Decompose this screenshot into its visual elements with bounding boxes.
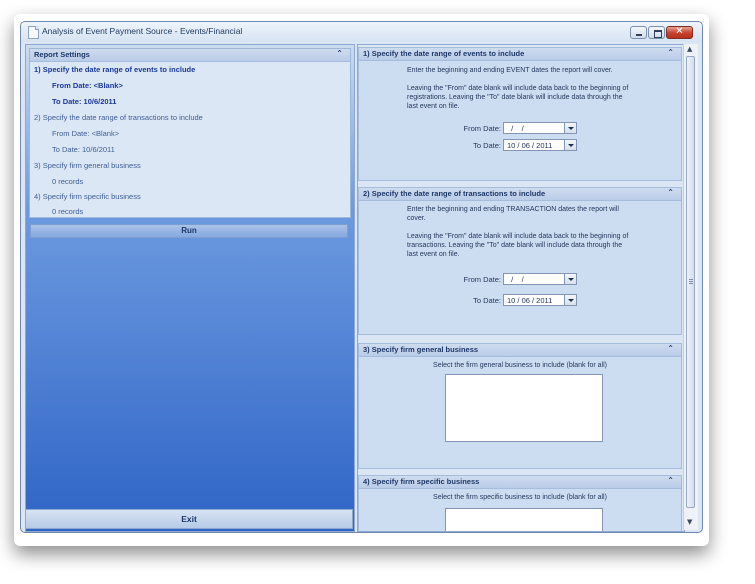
settings-item-transactions-range[interactable]: 2) Specify the date range of transaction… [34, 113, 203, 122]
title-bar[interactable]: Analysis of Event Payment Source - Event… [21, 22, 702, 42]
settings-item-specific-count[interactable]: 0 records [52, 207, 83, 216]
grip-icon [689, 279, 693, 280]
report-settings-title: Report Settings [34, 50, 90, 59]
events-to-date-value: 10 / 06 / 2011 [507, 141, 553, 150]
document-icon [28, 26, 39, 39]
transactions-to-date-value: 10 / 06 / 2011 [507, 296, 553, 305]
transactions-date-header[interactable]: 2) Specify the date range of transaction… [359, 188, 681, 201]
run-button[interactable]: Run [30, 224, 348, 238]
settings-item-events-range[interactable]: 1) Specify the date range of events to i… [34, 65, 195, 74]
maximize-icon [654, 30, 662, 38]
general-business-header[interactable]: 3) Specify firm general business ⌃ [359, 344, 681, 357]
general-business-title: 3) Specify firm general business [363, 345, 479, 354]
minimize-button[interactable] [630, 26, 647, 39]
calendar-dropdown-icon[interactable] [564, 274, 576, 284]
collapse-chevron-icon[interactable]: ⌃ [667, 48, 674, 57]
events-date-header[interactable]: 1) Specify the date range of events to i… [359, 48, 681, 61]
calendar-dropdown-icon[interactable] [564, 295, 576, 305]
settings-item-events-from[interactable]: From Date: <Blank> [52, 81, 123, 90]
vertical-scrollbar[interactable]: ▲ ▼ [683, 44, 698, 530]
maximize-button[interactable] [648, 26, 665, 39]
events-date-title: 1) Specify the date range of events to i… [363, 49, 525, 58]
events-date-instructions: Enter the beginning and ending EVENT dat… [407, 67, 613, 74]
calendar-dropdown-icon[interactable] [564, 140, 576, 150]
transactions-from-label: From Date: [463, 275, 501, 284]
transactions-from-date-input[interactable]: / / [503, 273, 577, 285]
events-date-help: Leaving the "From" date blank will inclu… [407, 85, 629, 110]
specific-business-list[interactable] [445, 508, 603, 531]
transactions-date-section: 2) Specify the date range of transaction… [358, 187, 682, 335]
window-title: Analysis of Event Payment Source - Event… [42, 26, 243, 36]
report-settings-panel: Report Settings ⌃ 1) Specify the date ra… [29, 48, 351, 218]
settings-item-events-to[interactable]: To Date: 10/6/2011 [52, 97, 116, 106]
events-from-date-input[interactable]: / / [503, 122, 577, 134]
events-from-date-value: / / [507, 124, 524, 133]
settings-item-general-count[interactable]: 0 records [52, 177, 83, 186]
minimize-icon [636, 34, 642, 36]
collapse-chevron-icon[interactable]: ⌃ [667, 188, 674, 197]
transactions-to-label: To Date: [473, 296, 501, 305]
close-button[interactable]: ✕ [666, 26, 693, 39]
scroll-up-arrow-icon[interactable]: ▲ [687, 45, 692, 53]
report-settings-header[interactable]: Report Settings ⌃ [30, 49, 350, 62]
transactions-date-instructions: Enter the beginning and ending TRANSACTI… [407, 206, 619, 222]
collapse-chevron-icon[interactable]: ⌃ [667, 344, 674, 353]
specific-business-header[interactable]: 4) Specify firm specific business ⌃ [359, 476, 681, 489]
criteria-pane: 1) Specify the date range of events to i… [357, 44, 685, 532]
close-icon: ✕ [675, 26, 684, 37]
events-from-label: From Date: [463, 124, 501, 133]
scrollbar-thumb[interactable] [686, 56, 695, 508]
settings-item-general-business[interactable]: 3) Specify firm general business [34, 161, 141, 170]
transactions-date-title: 2) Specify the date range of transaction… [363, 189, 546, 198]
specific-business-title: 4) Specify firm specific business [363, 477, 480, 486]
settings-item-transactions-from[interactable]: From Date: <Blank> [52, 129, 119, 138]
transactions-to-date-input[interactable]: 10 / 06 / 2011 [503, 294, 577, 306]
events-to-date-input[interactable]: 10 / 06 / 2011 [503, 139, 577, 151]
settings-item-transactions-to[interactable]: To Date: 10/6/2011 [52, 145, 115, 154]
events-date-section: 1) Specify the date range of events to i… [358, 47, 682, 181]
transactions-date-help: Leaving the "From" date blank will inclu… [407, 233, 629, 258]
general-business-section: 3) Specify firm general business ⌃ Selec… [358, 343, 682, 469]
general-business-instructions: Select the firm general business to incl… [433, 362, 607, 369]
specific-business-instructions: Select the firm specific business to inc… [433, 494, 607, 501]
report-settings-pane: Report Settings ⌃ 1) Specify the date ra… [25, 44, 355, 532]
exit-button[interactable]: Exit [25, 509, 353, 529]
events-to-label: To Date: [473, 141, 501, 150]
settings-item-specific-business[interactable]: 4) Specify firm specific business [34, 192, 141, 201]
calendar-dropdown-icon[interactable] [564, 123, 576, 133]
general-business-list[interactable] [445, 374, 603, 442]
scroll-down-arrow-icon[interactable]: ▼ [687, 518, 692, 526]
collapse-chevron-icon[interactable]: ⌃ [336, 49, 343, 58]
app-window: Analysis of Event Payment Source - Event… [20, 21, 703, 533]
collapse-chevron-icon[interactable]: ⌃ [667, 476, 674, 485]
transactions-from-date-value: / / [507, 275, 524, 284]
specific-business-section: 4) Specify firm specific business ⌃ Sele… [358, 475, 682, 531]
